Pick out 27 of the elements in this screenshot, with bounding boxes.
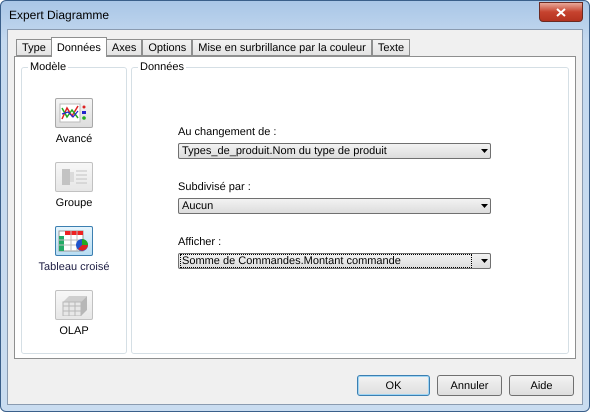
dialog-button[interactable]: OK — [357, 375, 430, 396]
dialog-button[interactable]: Annuler — [437, 375, 502, 396]
grouped-layout-icon — [59, 166, 89, 188]
dialog-button[interactable]: Aide — [509, 375, 574, 396]
window-title: Expert Diagramme — [8, 8, 110, 22]
tab[interactable]: Mise en surbrillance par la couleur — [192, 39, 372, 56]
tab[interactable]: Axes — [106, 39, 142, 56]
field-label: Afficher : — [178, 236, 222, 248]
field-label: Subdivisé par : — [178, 181, 252, 193]
tab[interactable]: Type — [16, 39, 52, 56]
line-chart-icon — [59, 102, 89, 124]
dropdown[interactable]: Somme de Commandes.Montant commande — [178, 253, 491, 269]
dropdown[interactable]: Types_de_produit.Nom du type de produit — [178, 143, 491, 159]
close-button[interactable] — [539, 2, 583, 22]
tab[interactable]: Texte — [372, 39, 410, 56]
tab[interactable]: Options — [142, 39, 192, 56]
tab[interactable]: Données — [50, 37, 107, 57]
model-option[interactable]: Tableau croisé — [38, 226, 110, 273]
dropdown-arrow-icon — [481, 259, 488, 263]
group-title: Modèle — [28, 61, 68, 73]
dropdown[interactable]: Aucun — [178, 198, 491, 214]
dropdown-arrow-icon — [481, 204, 488, 208]
close-icon — [556, 8, 566, 16]
table-pie-icon — [58, 229, 90, 253]
field-label: Au changement de : — [178, 126, 278, 138]
group-title: Données — [138, 61, 186, 73]
dropdown-arrow-icon — [481, 149, 488, 153]
